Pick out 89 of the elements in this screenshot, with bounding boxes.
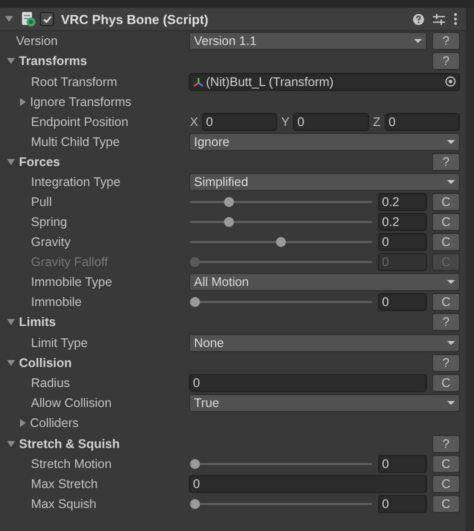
reset-button[interactable]: C	[432, 293, 460, 312]
slider[interactable]	[190, 196, 372, 208]
section-arrow-icon[interactable]	[7, 360, 15, 366]
axis-label: Y	[280, 114, 290, 129]
dropdown[interactable]: All Motion	[189, 273, 460, 292]
number-field[interactable]: 0.2	[378, 193, 427, 212]
slider[interactable]	[190, 256, 372, 268]
script-icon	[20, 11, 36, 27]
caret-icon	[414, 39, 422, 43]
field-label: Pull	[31, 195, 52, 210]
settings-icon[interactable]	[433, 14, 445, 24]
section-header[interactable]: Limits	[19, 315, 56, 330]
number-field[interactable]: 0	[189, 474, 427, 493]
foldout-label[interactable]: Ignore Transforms	[30, 94, 132, 109]
slider[interactable]	[190, 458, 372, 470]
help-button[interactable]: ?	[432, 32, 460, 50]
reset-button[interactable]: C	[432, 213, 460, 232]
field-label: Immobile Type	[31, 275, 112, 290]
field-label: Allow Collision	[31, 396, 112, 410]
number-field[interactable]: 0	[189, 374, 427, 392]
object-field[interactable]: (Nit)Butt_L (Transform)	[189, 72, 460, 91]
slider[interactable]	[190, 236, 372, 248]
caret-icon	[447, 401, 455, 406]
reset-button[interactable]: C	[432, 193, 460, 212]
field-label: Limit Type	[31, 336, 88, 350]
target-icon[interactable]	[445, 76, 456, 88]
caret-icon	[447, 180, 455, 184]
section-header[interactable]: Transforms	[19, 54, 88, 68]
section-header[interactable]: Collision	[19, 356, 72, 370]
help-icon[interactable]	[413, 14, 424, 24]
reset-button[interactable]: C	[432, 454, 460, 473]
field-label: Stretch Motion	[31, 456, 112, 471]
slider[interactable]	[190, 498, 372, 510]
reset-button[interactable]: C	[432, 494, 460, 513]
reset-button[interactable]: C	[432, 474, 460, 493]
slider[interactable]	[190, 216, 372, 228]
dropdown[interactable]: Ignore	[189, 132, 460, 151]
dropdown[interactable]: Version 1.1	[189, 32, 427, 50]
number-field[interactable]: 0	[378, 233, 427, 252]
number-field[interactable]: 0	[378, 293, 427, 312]
reset-button[interactable]: C	[432, 374, 460, 392]
caret-icon	[447, 280, 455, 284]
section-arrow-icon[interactable]	[7, 440, 15, 447]
help-button[interactable]: ?	[432, 313, 460, 332]
section-arrow-icon[interactable]	[7, 158, 15, 165]
help-button[interactable]: ?	[432, 434, 460, 453]
help-button[interactable]: ?	[432, 52, 460, 70]
field-label: Max Stretch	[31, 476, 98, 491]
transform-icon	[193, 76, 204, 87]
component-title: VRC Phys Bone (Script)	[61, 12, 208, 26]
number-field[interactable]: 0.2	[378, 213, 427, 232]
foldout-label[interactable]: Colliders	[30, 416, 79, 430]
field-label: Max Squish	[31, 496, 96, 511]
more-icon[interactable]	[454, 13, 457, 25]
foldout-arrow-icon[interactable]	[20, 98, 26, 106]
field-label: Version	[16, 34, 58, 48]
number-field[interactable]: 0	[378, 454, 427, 473]
slider[interactable]	[190, 296, 372, 308]
section-header[interactable]: Stretch & Squish	[19, 436, 120, 451]
dropdown[interactable]: Simplified	[189, 173, 460, 192]
field-label: Radius	[31, 376, 70, 390]
enable-checkbox[interactable]	[40, 12, 54, 26]
number-field[interactable]: 0	[202, 112, 278, 131]
field-label: Endpoint Position	[31, 114, 128, 129]
field-label: Gravity	[31, 235, 71, 250]
field-label: Integration Type	[31, 175, 120, 190]
section-header[interactable]: Forces	[19, 154, 60, 169]
number-field[interactable]: 0	[384, 112, 460, 131]
help-button[interactable]: ?	[432, 354, 460, 372]
section-arrow-icon[interactable]	[7, 58, 15, 64]
section-arrow-icon[interactable]	[7, 319, 15, 326]
number-field[interactable]: 0	[293, 112, 369, 131]
field-label: Immobile	[31, 295, 82, 310]
axis-label: Z	[372, 114, 382, 129]
reset-button[interactable]: C	[432, 233, 460, 252]
caret-icon	[447, 340, 455, 345]
axis-label: X	[189, 114, 199, 129]
field-label: Root Transform	[31, 74, 118, 89]
field-label: Gravity Falloff	[31, 255, 108, 270]
collapse-arrow-icon[interactable]	[5, 16, 13, 22]
field-label: Multi Child Type	[31, 134, 120, 149]
caret-icon	[447, 140, 455, 144]
help-button[interactable]: ?	[432, 152, 460, 171]
checkmark-icon	[42, 14, 52, 24]
number-field[interactable]: 0	[378, 494, 427, 513]
dropdown[interactable]: None	[189, 334, 460, 352]
dropdown[interactable]: True	[189, 394, 460, 412]
foldout-arrow-icon[interactable]	[20, 419, 26, 428]
field-label: Spring	[31, 215, 68, 230]
